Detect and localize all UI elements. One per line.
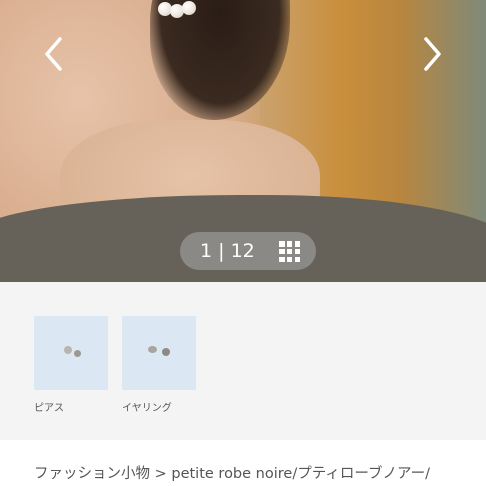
earring-pearl	[182, 1, 196, 15]
variant-label: イヤリング	[122, 403, 172, 414]
breadcrumb[interactable]: ファッション小物 > petite robe noire/プティローブノアー/	[34, 462, 430, 483]
chevron-right-icon	[424, 37, 441, 71]
earring-image	[162, 348, 170, 356]
image-separator: |	[218, 240, 225, 262]
product-photo: 1 | 12	[0, 0, 486, 282]
variant-thumbnail	[34, 316, 108, 390]
earring-image	[148, 346, 157, 353]
image-counter-text: 1 | 12	[200, 240, 255, 262]
variant-section: ピアス イヤリング	[0, 282, 486, 440]
variant-thumbnail	[122, 316, 196, 390]
image-current: 1	[200, 240, 213, 262]
earring-image	[64, 346, 72, 354]
grid-icon[interactable]	[279, 241, 300, 262]
prev-image-button[interactable]	[34, 34, 74, 74]
chevron-left-icon	[45, 37, 62, 71]
image-total: 12	[230, 240, 255, 262]
next-image-button[interactable]	[412, 34, 452, 74]
earring-image	[74, 350, 81, 357]
image-counter: 1 | 12	[180, 232, 316, 270]
variant-item-clip[interactable]: イヤリング	[122, 316, 196, 416]
variant-item-pierced[interactable]: ピアス	[34, 316, 108, 416]
variant-label: ピアス	[34, 403, 64, 414]
